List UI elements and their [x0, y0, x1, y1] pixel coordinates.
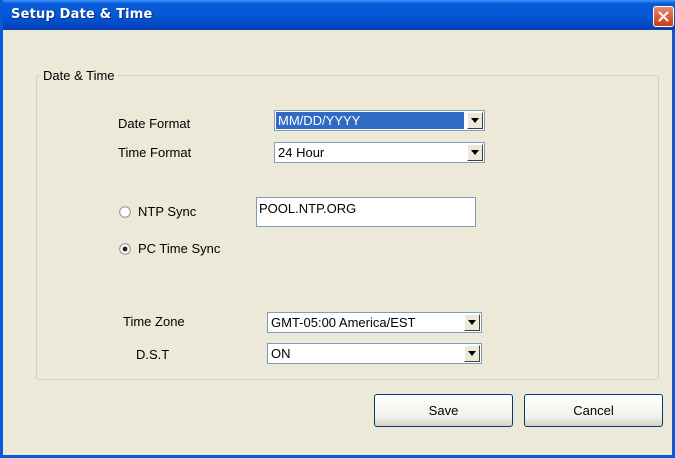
cancel-button[interactable]: Cancel: [524, 394, 663, 427]
pc-time-sync-label: PC Time Sync: [138, 241, 221, 256]
date-format-value: MM/DD/YYYY: [276, 112, 464, 129]
window-title: Setup Date & Time: [11, 7, 153, 22]
save-button[interactable]: Save: [374, 394, 513, 427]
chevron-down-icon: [471, 150, 479, 155]
time-format-value: 24 Hour: [278, 145, 325, 160]
date-format-dropdown-button[interactable]: [467, 112, 483, 129]
dst-dropdown-button[interactable]: [464, 345, 480, 362]
pc-time-sync-radio[interactable]: [119, 243, 131, 255]
time-format-select[interactable]: 24 Hour: [274, 142, 485, 163]
group-title: Date & Time: [40, 68, 118, 83]
time-zone-label: Time Zone: [123, 314, 185, 329]
chevron-down-icon: [471, 118, 479, 123]
date-format-label: Date Format: [118, 116, 191, 131]
title-bar[interactable]: Setup Date & Time: [3, 0, 675, 30]
time-format-label: Time Format: [118, 145, 192, 160]
ntp-sync-radio[interactable]: [119, 206, 131, 218]
ntp-sync-label: NTP Sync: [138, 204, 197, 219]
ntp-server-input[interactable]: [259, 201, 459, 216]
time-zone-select[interactable]: GMT-05:00 America/EST: [267, 312, 482, 333]
close-icon: [658, 11, 669, 22]
time-format-dropdown-button[interactable]: [467, 144, 483, 161]
time-zone-dropdown-button[interactable]: [464, 314, 480, 331]
chevron-down-icon: [468, 320, 476, 325]
date-format-select[interactable]: MM/DD/YYYY: [274, 110, 485, 131]
close-button[interactable]: [653, 6, 674, 27]
dst-select[interactable]: ON: [267, 343, 482, 364]
dst-value: ON: [271, 346, 291, 361]
dst-label: D.S.T: [136, 347, 170, 362]
ntp-server-field[interactable]: [256, 197, 476, 227]
chevron-down-icon: [468, 351, 476, 356]
time-zone-value: GMT-05:00 America/EST: [271, 315, 416, 330]
